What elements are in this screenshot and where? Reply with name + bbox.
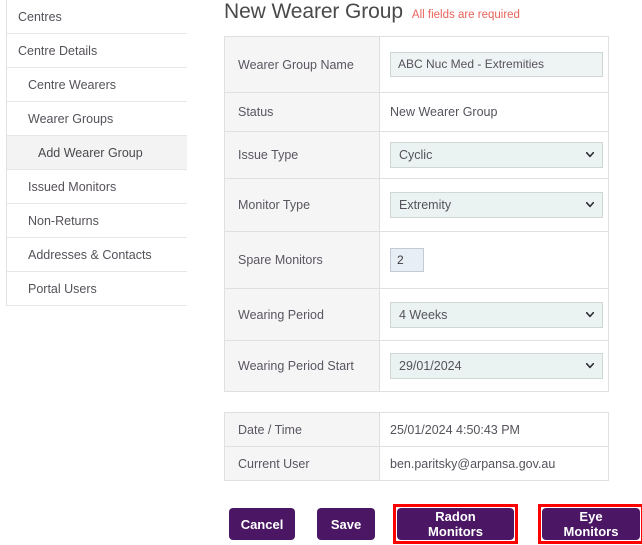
monitor-type-selected-value: Extremity	[399, 198, 452, 212]
sidebar-item-portal-users[interactable]: Portal Users	[7, 272, 187, 306]
sidebar-item-addresses-contacts[interactable]: Addresses & Contacts	[7, 238, 187, 272]
current-user-label: Current User	[224, 446, 380, 481]
main-content: New Wearer Group All fields are required…	[224, 0, 642, 545]
chevron-down-icon	[586, 152, 594, 158]
wearing-period-start-select[interactable]: 29/01/2024	[390, 353, 603, 379]
sidebar-item-wearer-groups[interactable]: Wearer Groups	[7, 102, 187, 136]
field-value-cell: 29/01/2024	[379, 340, 609, 392]
sidebar-item-label: Add Wearer Group	[38, 146, 143, 160]
date-time-value: 25/01/2024 4:50:43 PM	[379, 412, 609, 447]
sidebar-item-label: Non-Returns	[28, 214, 99, 228]
sidebar-item-centre-details[interactable]: Centre Details	[7, 34, 187, 68]
app-root: Centres Centre Details Centre Wearers We…	[0, 0, 642, 545]
sidebar-item-label: Centres	[18, 10, 62, 24]
wearing-period-selected-value: 4 Weeks	[399, 307, 448, 322]
chevron-down-icon	[586, 311, 594, 318]
sidebar-nav: Centres Centre Details Centre Wearers We…	[6, 0, 187, 306]
date-time-label: Date / Time	[224, 412, 380, 447]
eye-monitors-button[interactable]: Eye Monitors	[542, 508, 640, 540]
field-value-cell: ABC Nuc Med - Extremities	[379, 36, 609, 93]
wearer-group-form-table: Wearer Group Name ABC Nuc Med - Extremit…	[224, 36, 609, 392]
wearing-period-start-selected-value: 29/01/2024	[399, 359, 462, 373]
field-label: Monitor Type	[224, 178, 380, 232]
form-row-spare-monitors: Spare Monitors 2	[224, 231, 609, 289]
sidebar-item-label: Wearer Groups	[28, 112, 114, 126]
form-row-monitor-type: Monitor Type Extremity	[224, 178, 609, 232]
form-row-issue-type: Issue Type Cyclic	[224, 131, 609, 179]
sidebar-item-label: Addresses & Contacts	[28, 248, 152, 262]
status-value: New Wearer Group	[390, 105, 498, 119]
field-label: Status	[224, 92, 380, 132]
field-label: Issue Type	[224, 131, 380, 179]
spare-monitors-input[interactable]: 2	[390, 248, 424, 272]
table-row: Current User ben.paritsky@arpansa.gov.au	[224, 446, 609, 481]
issue-type-selected-value: Cyclic	[399, 148, 433, 162]
current-user-value: ben.paritsky@arpansa.gov.au	[379, 446, 609, 481]
chevron-down-icon	[586, 363, 594, 369]
required-fields-note: All fields are required	[411, 9, 520, 21]
field-label: Wearing Period Start	[224, 340, 380, 392]
form-row-status: Status New Wearer Group	[224, 92, 609, 132]
sidebar-item-label: Centre Details	[18, 44, 98, 58]
field-value-cell: Cyclic	[379, 131, 609, 179]
form-row-wearing-period-start: Wearing Period Start 29/01/2024	[224, 340, 609, 392]
cancel-button[interactable]: Cancel	[229, 508, 295, 540]
form-row-wearing-period: Wearing Period 4 Weeks	[224, 288, 609, 341]
page-title: New Wearer Group	[224, 0, 403, 23]
sidebar-item-label: Portal Users	[28, 282, 97, 296]
field-label: Wearer Group Name	[224, 36, 380, 93]
field-label: Spare Monitors	[224, 231, 380, 289]
issue-type-select[interactable]: Cyclic	[390, 142, 603, 168]
table-row: Date / Time 25/01/2024 4:50:43 PM	[224, 412, 609, 447]
field-value-cell: New Wearer Group	[379, 92, 609, 132]
chevron-down-icon	[586, 202, 594, 208]
sidebar-item-non-returns[interactable]: Non-Returns	[7, 204, 187, 238]
sidebar-item-centre-wearers[interactable]: Centre Wearers	[7, 68, 187, 102]
monitor-type-select[interactable]: Extremity	[390, 192, 603, 218]
page-header: New Wearer Group All fields are required	[224, 0, 520, 30]
sidebar-item-label: Centre Wearers	[28, 78, 116, 92]
sidebar-item-centres[interactable]: Centres	[7, 0, 187, 34]
sidebar-item-label: Issued Monitors	[28, 180, 117, 194]
field-value-cell: 4 Weeks	[379, 288, 609, 341]
wearer-group-name-input[interactable]: ABC Nuc Med - Extremities	[390, 52, 603, 77]
wearing-period-select[interactable]: 4 Weeks	[390, 301, 603, 328]
field-value-cell: 2	[379, 231, 609, 289]
form-row-wearer-group-name: Wearer Group Name ABC Nuc Med - Extremit…	[224, 36, 609, 93]
save-button[interactable]: Save	[317, 508, 375, 540]
record-info-table: Date / Time 25/01/2024 4:50:43 PM Curren…	[224, 412, 609, 481]
radon-monitors-button[interactable]: Radon Monitors	[397, 508, 514, 540]
field-label: Wearing Period	[224, 288, 380, 341]
field-value-cell: Extremity	[379, 178, 609, 232]
sidebar-item-issued-monitors[interactable]: Issued Monitors	[7, 170, 187, 204]
sidebar-item-add-wearer-group[interactable]: Add Wearer Group	[7, 136, 187, 170]
